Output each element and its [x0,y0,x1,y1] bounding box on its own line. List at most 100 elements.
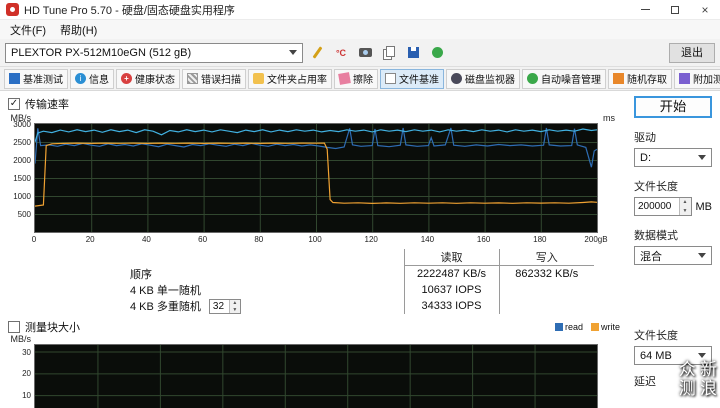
tab-6[interactable]: 文件基准 [380,68,444,89]
tab-2[interactable]: + 健康状态 [116,68,180,89]
main-chart-y-labels: 500 1000 1500 2000 2500 3000 [8,120,34,233]
title-bar: HD Tune Pro 5.70 - 硬盘/固态硬盘实用程序 × [0,0,720,20]
menu-help[interactable]: 帮助(H) [53,20,104,40]
file-length-stepper[interactable]: 200000 ▲ ▼ [634,197,692,216]
transfer-rate-plot [34,123,598,233]
block-size-checkbox[interactable] [8,321,20,334]
file-benchmark-icon [385,73,396,84]
tab-10[interactable]: 附加测试 [674,68,720,89]
result-row-label: 4 KB 多重随机 32 ▲ ▼ [124,298,404,315]
tab-label: 文件夹占用率 [267,75,327,86]
drive-letter-value: D: [640,151,651,164]
legend-write: write [590,322,620,332]
y-tick-label: 3000 [13,120,31,129]
copy-button[interactable] [379,43,399,63]
main-chart-axis-units: MB/s ms [8,112,620,123]
save-icon [407,47,419,58]
health-icon: + [121,73,132,84]
block-size-row: 测量块大小 read write [8,320,620,334]
result-row-label: 4 KB 单一随机 [130,284,201,297]
arrow-down-icon[interactable]: ▼ [680,207,691,216]
x-tick-label: 160 [476,235,491,244]
result-row: 顺序 2222487 KB/s 862332 KB/s [124,265,594,282]
y-tick-label: 30 [22,347,31,357]
x-tick-label: 140 [420,235,435,244]
temperature-button[interactable]: °C [331,43,351,63]
read-value: 2222487 KB/s [403,265,499,282]
drive-select[interactable]: PLEXTOR PX-512M10eGN (512 gB) [5,42,303,63]
y-tick-label: 20 [22,369,31,379]
read-column-header: 读取 [403,249,499,266]
tab-1[interactable]: i 信息 [70,68,114,89]
exit-button[interactable]: 退出 [669,42,715,63]
erase-icon [338,72,351,85]
edit-pencil-button[interactable] [307,43,327,63]
tab-5[interactable]: 擦除 [334,68,378,89]
tab-7[interactable]: 磁盘监视器 [446,68,520,89]
tab-label: 健康状态 [135,75,175,86]
pencil-icon [312,46,322,59]
y-tick-label: 1500 [13,174,31,183]
menu-file[interactable]: 文件(F) [3,20,53,40]
maximize-icon [671,5,679,14]
close-button[interactable]: × [690,0,720,19]
x-tick-label: 180 [533,235,547,244]
y-tick-label: 2000 [13,156,31,165]
main-chart-x-labels: 0 20 40 60 80 100 120 140 160 180 200gB [31,233,608,245]
drive-letter-select[interactable]: D: [634,148,712,167]
file-length-value: 200000 [638,201,672,212]
write-value [498,281,594,298]
save-button[interactable] [403,43,423,63]
screenshot-button[interactable] [355,43,375,63]
tab-0[interactable]: 基准测试 [4,68,68,89]
results-header-row: 读取 写入 [124,249,594,266]
data-mode-value: 混合 [640,250,662,263]
side-panel: 开始 驱动 D: 文件长度 200000 ▲ ▼ MB 数据模式 混合 文件长度 … [626,96,712,403]
transfer-rate-checkbox[interactable]: ✓ [8,98,20,110]
data-mode-select[interactable]: 混合 [634,246,712,265]
chevron-down-icon [289,50,297,55]
random-access-icon [613,73,624,84]
tab-8[interactable]: 自动噪音管理 [522,68,606,89]
menu-bar: 文件(F) 帮助(H) [0,20,720,39]
transfer-rate-row: ✓ 传输速率 [8,96,620,112]
x-tick-label: 60 [198,235,208,244]
data-mode-label: 数据模式 [634,230,678,242]
x-tick-label: 100 [308,235,322,244]
y-tick-label: 500 [17,210,31,219]
block-y-axis-unit: MB/s [10,334,31,345]
result-row: 4 KB 多重随机 32 ▲ ▼ 34333 IOPS [124,297,594,315]
file-length-unit: MB [695,200,713,213]
queue-depth-stepper[interactable]: 32 ▲ ▼ [208,299,241,315]
tab-3[interactable]: 错误扫描 [182,68,246,89]
tab-label: 信息 [89,75,109,86]
folder-icon [253,73,264,84]
tab-9[interactable]: 随机存取 [608,68,672,89]
extra-tests-icon [679,73,690,84]
acoustic-icon [527,73,538,84]
chevron-down-icon [698,155,706,160]
chevron-down-icon [698,353,706,358]
file-length-label: 文件长度 [634,181,678,193]
arrow-up-icon[interactable]: ▲ [680,198,691,207]
maximize-button[interactable] [660,0,690,19]
tab-label: 随机存取 [627,75,667,86]
x-tick-label: 0 [31,235,37,244]
start-button[interactable]: 开始 [634,96,712,118]
y-tick-label: 2500 [13,138,31,147]
camera-icon [358,48,372,57]
minimize-button[interactable] [630,0,660,19]
tab-4[interactable]: 文件夹占用率 [248,68,332,89]
block-size-chart: 10 20 30 [8,344,620,408]
x-tick-label: 200gB [584,235,608,244]
tab-label: 错误扫描 [201,75,241,86]
results-table-body: 读取 写入 顺序 2222487 KB/s 862332 KB/s 4 KB 单一随机… [124,249,594,315]
window-title: HD Tune Pro 5.70 - 硬盘/固态硬盘实用程序 [24,4,235,17]
drive-label: 驱动 [634,132,656,144]
minimize-icon [640,9,650,10]
drive-select-value: PLEXTOR PX-512M10eGN (512 gB) [11,46,192,59]
arrow-down-icon[interactable]: ▼ [230,307,240,314]
acoustic-toolbar-button[interactable] [427,43,447,63]
info-icon: i [75,73,86,84]
stepper-arrows[interactable]: ▲ ▼ [678,198,691,216]
